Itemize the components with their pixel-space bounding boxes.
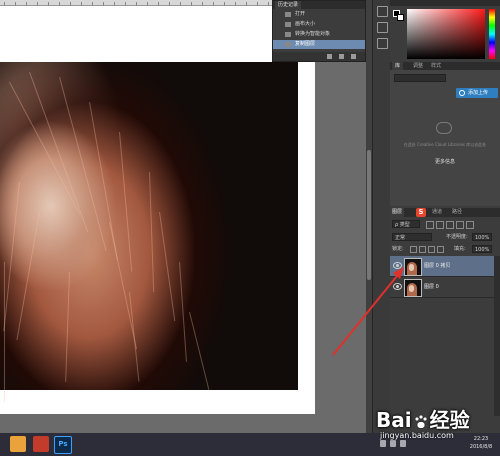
history-panel-icon[interactable] bbox=[377, 6, 388, 17]
lock-all-icon[interactable] bbox=[437, 246, 444, 253]
hair-strand bbox=[16, 211, 40, 341]
lock-transparent-icon[interactable] bbox=[410, 246, 417, 253]
panel-icon-strip bbox=[372, 0, 390, 433]
layer-name: 图层 0 拷贝 bbox=[424, 263, 451, 269]
lock-image-icon[interactable] bbox=[419, 246, 426, 253]
hair-strand bbox=[179, 262, 187, 362]
layer-row[interactable]: 图层 0 bbox=[390, 277, 494, 298]
right-panel-column: 库 调整 样式 添加上传 在此处 Creative Cloud Librarie… bbox=[390, 0, 500, 433]
app-icon[interactable] bbox=[33, 436, 49, 452]
fill-label: 填充: bbox=[454, 246, 466, 252]
opacity-label: 不透明度: bbox=[446, 234, 468, 240]
watermark-logo-right: 经验 bbox=[429, 408, 470, 432]
lock-row: 锁定: 填充: 100% bbox=[390, 244, 500, 254]
type-filter-icon[interactable] bbox=[446, 221, 454, 229]
creative-cloud-icon bbox=[436, 122, 452, 134]
properties-panel-icon[interactable] bbox=[377, 22, 388, 33]
hair-strand bbox=[149, 172, 155, 292]
watermark-logo: Bai 经验 bbox=[376, 404, 470, 433]
folder-icon[interactable] bbox=[10, 436, 26, 452]
layer-name: 图层 0 bbox=[424, 284, 439, 290]
camera-icon[interactable] bbox=[339, 54, 344, 59]
color-picker-field[interactable] bbox=[407, 9, 485, 59]
portrait-photo[interactable] bbox=[0, 62, 298, 402]
color-swatches bbox=[391, 8, 405, 28]
document-icon bbox=[285, 42, 291, 47]
tab-history[interactable]: 历史记录 bbox=[275, 1, 302, 9]
layer-thumbnail bbox=[404, 279, 422, 297]
history-panel-tabs: 历史记录 bbox=[273, 1, 365, 9]
hair-strand bbox=[4, 262, 5, 402]
layer-filter-select[interactable]: ρ 类型 bbox=[392, 220, 420, 228]
lock-label: 锁定: bbox=[392, 246, 404, 252]
adjustment-filter-icon[interactable] bbox=[436, 221, 444, 229]
history-item[interactable]: 转换为智能对象 bbox=[273, 30, 365, 39]
hair-strand bbox=[129, 292, 140, 382]
document-icon bbox=[285, 12, 291, 17]
upload-button[interactable]: 添加上传 bbox=[456, 88, 498, 98]
character-panel-icon[interactable] bbox=[377, 38, 388, 49]
upload-button-label: 添加上传 bbox=[468, 90, 489, 96]
more-info-link[interactable]: 更多信息 bbox=[420, 158, 470, 165]
history-item-label: 画布大小 bbox=[295, 21, 316, 27]
hair-strand bbox=[9, 82, 81, 215]
hair-strand bbox=[189, 312, 210, 390]
new-document-from-state-icon[interactable] bbox=[327, 54, 332, 59]
shape-filter-icon[interactable] bbox=[456, 221, 464, 229]
libraries-message: 在此处 Creative Cloud Libraries 库以去此处 bbox=[403, 142, 487, 147]
history-item[interactable]: 画布大小 bbox=[273, 20, 365, 29]
layers-panel-tabs: 图层 S 通道 路径 bbox=[390, 208, 500, 217]
layer-row-selected[interactable]: 图层 0 拷贝 bbox=[390, 256, 494, 277]
history-item-label: 打开 bbox=[295, 11, 306, 17]
library-select[interactable] bbox=[394, 74, 446, 82]
tab-styles[interactable]: 样式 bbox=[428, 62, 444, 70]
tab-layers[interactable]: 图层 bbox=[390, 208, 405, 217]
layers-scrollbar[interactable] bbox=[494, 256, 500, 416]
lock-position-icon[interactable] bbox=[428, 246, 435, 253]
history-item-label: 复制图层 bbox=[295, 41, 316, 47]
baidu-jingyan-watermark: Bai 经验 jingyan.baidu.com bbox=[376, 400, 500, 448]
layer-filter-row: ρ 类型 bbox=[390, 219, 500, 229]
photoshop-taskbar-button[interactable]: Ps bbox=[54, 436, 72, 454]
smart-object-filter-icon[interactable] bbox=[466, 221, 474, 229]
tab-libraries[interactable]: 库 bbox=[392, 62, 404, 70]
libraries-panel-body: 添加上传 在此处 Creative Cloud Libraries 库以去此处 … bbox=[390, 70, 500, 206]
paw-icon bbox=[414, 414, 427, 429]
watermark-logo-left: Bai bbox=[376, 408, 412, 432]
tab-adjustments[interactable]: 调整 bbox=[410, 62, 426, 70]
visibility-eye-icon[interactable] bbox=[393, 262, 402, 269]
hair-strand bbox=[65, 271, 70, 382]
blend-row: 正常 不透明度: 100% bbox=[390, 232, 500, 242]
sogou-ime-icon[interactable]: S bbox=[416, 208, 426, 217]
hair-strand bbox=[3, 181, 21, 332]
hair-strand bbox=[119, 132, 133, 272]
history-item[interactable]: 打开 bbox=[273, 10, 365, 19]
hair-strand bbox=[89, 102, 118, 260]
history-panel: 历史记录 打开 画布大小 转换为智能对象 复制图层 bbox=[272, 0, 366, 62]
document-icon bbox=[285, 22, 291, 27]
blend-mode-select[interactable]: 正常 bbox=[392, 233, 432, 241]
background-color-swatch[interactable] bbox=[397, 14, 404, 21]
history-item-label: 转换为智能对象 bbox=[295, 31, 331, 37]
history-item-selected[interactable]: 复制图层 bbox=[273, 40, 365, 49]
document-canvas-area[interactable] bbox=[0, 0, 366, 433]
layer-thumbnail bbox=[404, 258, 422, 276]
document-page[interactable] bbox=[0, 6, 315, 414]
opacity-input[interactable]: 100% bbox=[472, 233, 492, 241]
tab-paths[interactable]: 路径 bbox=[450, 208, 464, 217]
fill-input[interactable]: 100% bbox=[472, 245, 492, 253]
document-icon bbox=[285, 32, 291, 37]
hue-slider[interactable] bbox=[489, 9, 495, 59]
watermark-url: jingyan.baidu.com bbox=[380, 431, 454, 440]
history-panel-footer bbox=[273, 52, 365, 61]
hair-strand bbox=[159, 212, 176, 322]
trash-icon[interactable] bbox=[351, 54, 356, 59]
cloud-upload-icon bbox=[459, 90, 465, 96]
canvas-scroll-thumb[interactable] bbox=[367, 150, 371, 280]
pixel-filter-icon[interactable] bbox=[426, 221, 434, 229]
color-panel-tabs bbox=[390, 0, 500, 6]
tab-channels[interactable]: 通道 bbox=[430, 208, 444, 217]
visibility-eye-icon[interactable] bbox=[393, 283, 402, 290]
libraries-panel-tabs: 库 调整 样式 bbox=[390, 62, 500, 70]
